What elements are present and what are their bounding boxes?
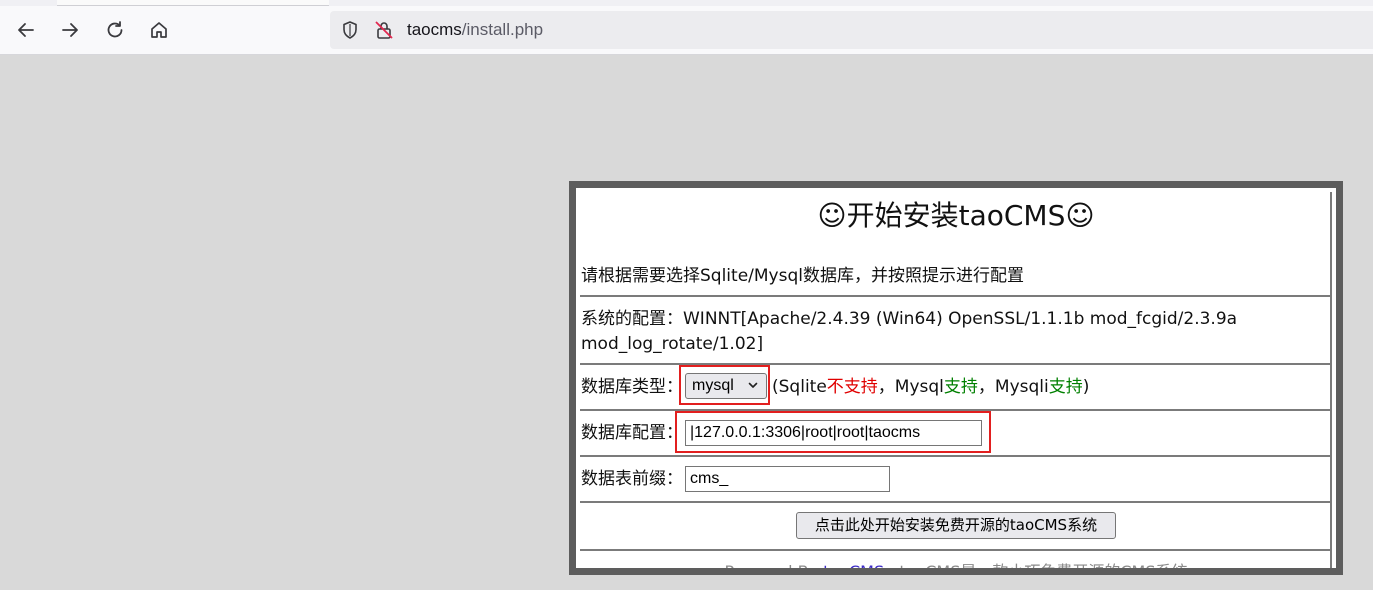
db-config-input[interactable]: |127.0.0.1:3306|root|root|taocms [685, 420, 982, 446]
db-type-selected: mysql [692, 377, 734, 394]
page-title: ☺开始安装taoCMS☺ [817, 199, 1095, 232]
table-prefix-input[interactable]: cms_ [685, 466, 890, 492]
chevron-down-icon [748, 382, 758, 388]
forward-arrow-icon [62, 23, 78, 37]
sqlite-status: 不支持 [826, 377, 878, 397]
mysqli-status: 支持 [1048, 377, 1083, 397]
back-button[interactable] [10, 14, 42, 46]
db-support-sep1: ，Mysql [877, 377, 944, 397]
browser-toolbar: taocms/install.php [0, 6, 1373, 55]
db-support-open: (Sqlite [772, 377, 827, 397]
table-prefix-label: 数据表前缀： [581, 469, 683, 489]
taocms-link[interactable]: taoCMS [823, 562, 884, 568]
db-support-close: ) [1082, 377, 1090, 397]
reload-button[interactable] [99, 14, 131, 46]
system-config-line2: mod_log_rotate/1.02] [581, 334, 764, 354]
url-text[interactable]: taocms/install.php [407, 19, 543, 41]
insecure-lock-icon[interactable] [374, 20, 394, 40]
submit-row: 点击此处开始安装免费开源的taoCMS系统 [580, 503, 1332, 551]
db-type-row: 数据库类型： mysql (Sqlite不支持，Mysql支持，Mysqli支持… [580, 365, 1332, 411]
start-install-button[interactable]: 点击此处开始安装免费开源的taoCMS系统 [796, 512, 1116, 539]
reload-icon [107, 21, 123, 38]
home-icon [151, 22, 167, 38]
db-support-text: (Sqlite不支持，Mysql支持，Mysqli支持) [772, 375, 1089, 399]
system-config-value: WINNT[Apache/2.4.39 (Win64) OpenSSL/1.1.… [683, 309, 1238, 329]
system-config-row: 系统的配置：WINNT[Apache/2.4.39 (Win64) OpenSS… [580, 297, 1332, 365]
intro-text: 请根据需要选择Sqlite/Mysql数据库，并按照提示进行配置 [581, 266, 1024, 286]
mysql-status: 支持 [943, 377, 978, 397]
home-button[interactable] [143, 14, 175, 46]
intro-row: 请根据需要选择Sqlite/Mysql数据库，并按照提示进行配置 [580, 252, 1332, 297]
system-config-line1: 系统的配置：WINNT[Apache/2.4.39 (Win64) OpenSS… [581, 307, 1237, 331]
shield-icon[interactable] [340, 20, 360, 40]
page-footer: Powered By taoCMS taoCMS是一款小巧免费开源的CMS系统 [580, 558, 1332, 575]
url-host: taocms [407, 20, 462, 39]
install-table: ☺开始安装taoCMS☺ 请根据需要选择Sqlite/Mysql数据库，并按照提… [580, 192, 1332, 575]
forward-button[interactable] [54, 14, 86, 46]
db-config-row: 数据库配置： |127.0.0.1:3306|root|root|taocms [580, 411, 1332, 457]
db-type-label: 数据库类型： [581, 377, 683, 397]
db-config-label: 数据库配置： [581, 423, 683, 443]
footer-tagline: taoCMS是一款小巧免费开源的CMS系统 [884, 562, 1188, 575]
db-type-select[interactable]: mysql [685, 373, 767, 399]
install-panel: ☺开始安装taoCMS☺ 请根据需要选择Sqlite/Mysql数据库，并按照提… [569, 181, 1343, 575]
system-config-label: 系统的配置： [581, 309, 683, 329]
powered-by-text: Powered By [724, 562, 824, 575]
table-prefix-row: 数据表前缀： cms_ [580, 457, 1332, 503]
db-support-sep2: ，Mysqli [977, 377, 1049, 397]
address-bar[interactable]: taocms/install.php [330, 11, 1373, 49]
url-path: /install.php [461, 20, 544, 39]
back-arrow-icon [18, 23, 34, 37]
